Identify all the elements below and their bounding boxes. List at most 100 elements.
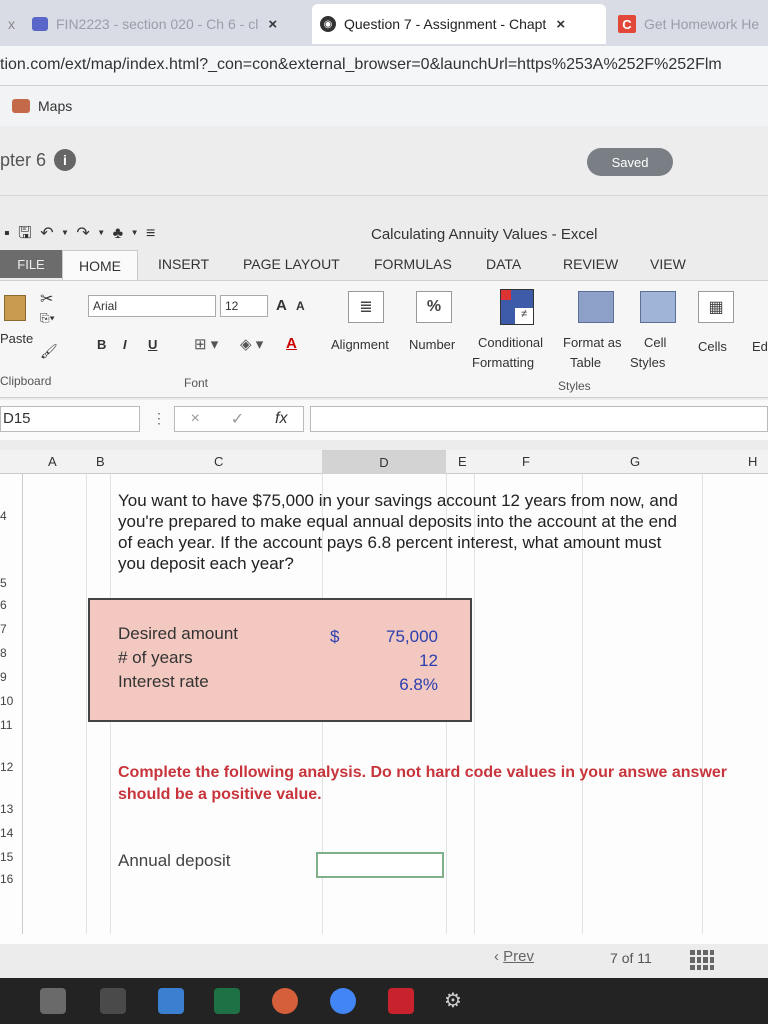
conditional-formatting-label-2[interactable]: Formatting [472,355,534,370]
question-grid-icon[interactable] [690,950,714,970]
row-header[interactable]: 14 [0,826,13,840]
col-header-c[interactable]: C [214,454,223,469]
acrobat-icon[interactable] [388,988,414,1014]
enter-icon[interactable]: ✓ [231,409,244,429]
fill-color-icon[interactable]: ◈ ▾ [240,335,263,353]
row-header[interactable]: 5 [0,576,7,590]
row-header[interactable]: 15 [0,850,13,864]
years-label: # of years [118,648,193,667]
bookmark-maps[interactable]: Maps [12,98,72,114]
italic-button[interactable]: I [123,337,127,352]
info-icon[interactable]: i [54,149,76,171]
store-icon[interactable] [100,988,126,1014]
format-painter-icon[interactable]: 🖌 [40,343,58,360]
ribbon-tabs: FILE HOME INSERT PAGE LAYOUT FORMULAS DA… [0,250,768,280]
shrink-font-button[interactable]: A [296,299,305,313]
cell-styles-label-2[interactable]: Styles [630,355,665,370]
format-as-table-label-2[interactable]: Table [570,355,601,370]
more-icon[interactable]: ⋮ [152,410,166,427]
tab-question-7[interactable]: ◉ Question 7 - Assignment - Chapt × [312,4,606,44]
col-header-d[interactable]: D [322,450,446,474]
url-text[interactable]: tion.com/ext/map/index.html?_con=con&ext… [0,56,722,74]
tab-data[interactable]: DATA [486,256,521,272]
cancel-icon[interactable]: × [190,410,199,428]
formula-bar: D15 ⋮ × ✓ fx [0,400,768,440]
row-header[interactable]: 11 [0,718,12,732]
total-pages: 11 [637,950,652,966]
tab-page-layout[interactable]: PAGE LAYOUT [243,256,340,272]
row-header[interactable]: 7 [0,622,7,636]
excel-icon[interactable] [214,988,240,1014]
settings-icon[interactable]: ⚙ [440,988,466,1014]
cell-styles-label-1[interactable]: Cell [644,335,666,350]
prev-button[interactable]: ‹ Prev [494,948,534,965]
tab-get-homework[interactable]: C Get Homework He [610,4,768,44]
col-header-g[interactable]: G [630,454,640,469]
desired-amount-value[interactable]: 75,000 [328,627,438,647]
paste-icon[interactable]: ✂ ⎘▾ [4,287,64,327]
col-header-a[interactable]: A [48,454,57,469]
chrome-icon[interactable] [330,988,356,1014]
chapter-title: pter 6 [0,150,47,170]
underline-button[interactable]: U [148,337,157,352]
alignment-button[interactable]: Alignment [331,337,389,352]
paint-icon[interactable] [272,988,298,1014]
alignment-icon[interactable]: ≣ [348,291,384,323]
row-header[interactable]: 6 [0,598,7,612]
interest-rate-value[interactable]: 6.8% [328,675,438,695]
row-header[interactable]: 9 [0,670,7,684]
row-header[interactable]: 13 [0,802,13,816]
close-icon[interactable]: × [268,16,277,33]
conditional-formatting-label-1[interactable]: Conditional [478,335,543,350]
bold-button[interactable]: B [97,337,106,352]
paste-label[interactable]: Paste [0,331,33,346]
annual-deposit-input[interactable] [316,852,444,878]
tab-review[interactable]: REVIEW [563,256,618,272]
years-value[interactable]: 12 [328,651,438,671]
bookmark-label: Maps [38,98,73,114]
mail-icon[interactable] [158,988,184,1014]
tab-close-icon-partial[interactable]: x [0,4,23,44]
row-header[interactable]: 4 [0,509,7,523]
tab-view[interactable]: VIEW [650,256,686,272]
cell-styles-icon[interactable] [640,291,676,323]
font-name-select[interactable]: Arial [88,295,216,317]
address-bar[interactable]: tion.com/ext/map/index.html?_con=con&ext… [0,46,768,86]
tab-insert[interactable]: INSERT [158,256,209,272]
tab-formulas[interactable]: FORMULAS [374,256,452,272]
conditional-formatting-icon[interactable]: ≠ [500,289,534,325]
row-header[interactable]: 8 [0,646,7,660]
save-undo-redo-icons[interactable]: ▪ 🖫 ↶ ▾ ↷ ▾ ♣ ▾ ≡ [4,222,157,249]
row-header[interactable]: 10 [0,694,13,708]
formula-buttons: × ✓ fx [174,406,304,432]
close-icon[interactable]: × [556,16,565,33]
group-styles: Styles [558,379,591,393]
group-clipboard: Clipboard [0,374,52,388]
formula-input[interactable] [310,406,768,432]
taskbar: ⚙ [0,978,768,1024]
format-as-table-label-1[interactable]: Format as [563,335,622,350]
col-header-h[interactable]: H [748,454,757,469]
borders-icon[interactable]: ⊞ ▾ [194,335,218,353]
tab-fin2223[interactable]: FIN2223 - section 020 - Ch 6 - cl × [24,4,308,44]
col-header-b[interactable]: B [96,454,105,469]
insert-function-icon[interactable]: fx [275,410,287,428]
maps-icon [12,99,30,113]
tab-file[interactable]: FILE [0,250,62,278]
taskbar-app-icon[interactable] [40,988,66,1014]
number-format-icon[interactable]: % [416,291,452,323]
format-as-table-icon[interactable] [578,291,614,323]
row-header[interactable]: 12 [0,760,13,774]
grow-font-button[interactable]: A [276,297,287,314]
row-header[interactable]: 16 [0,872,13,886]
editing-button[interactable]: Ed [752,339,768,354]
font-size-select[interactable]: 12 [220,295,268,317]
col-header-f[interactable]: F [522,454,530,469]
number-button[interactable]: Number [409,337,455,352]
cells-icon[interactable]: ▦ [698,291,734,323]
font-color-icon[interactable]: A [286,335,297,352]
col-header-e[interactable]: E [458,454,467,469]
cells-button[interactable]: Cells [698,339,727,354]
tab-home[interactable]: HOME [62,250,138,280]
name-box[interactable]: D15 [0,406,140,432]
